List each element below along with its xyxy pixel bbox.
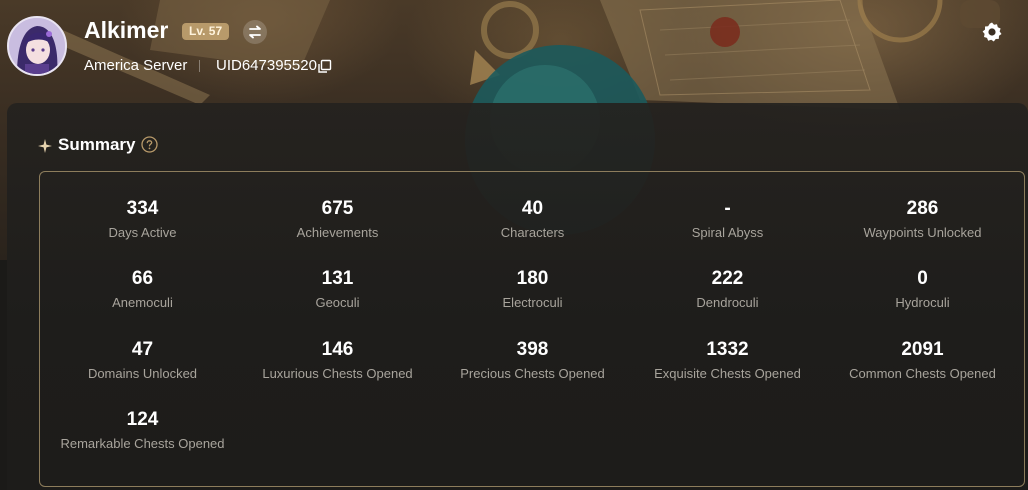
stat-value: 146 (321, 339, 354, 360)
stat-label: Luxurious Chests Opened (262, 366, 413, 381)
avatar[interactable] (7, 16, 67, 76)
server-name: America Server (84, 57, 188, 74)
stat-value: 0 (917, 268, 928, 289)
stat-value: 222 (711, 268, 744, 289)
stat-label: Geoculi (315, 295, 360, 310)
nickname: Alkimer (84, 17, 169, 43)
stat-label: Common Chests Opened (849, 366, 996, 381)
stat-label: Domains Unlocked (87, 366, 198, 381)
stat-exquisite-chests: 1332 Exquisite Chests Opened (630, 339, 825, 382)
stat-achievements: 675 Achievements (240, 198, 435, 241)
stat-label: Days Active (108, 225, 177, 240)
stat-precious-chests: 398 Precious Chests Opened (435, 339, 630, 382)
stat-label: Dendroculi (696, 295, 759, 310)
stat-anemoculi: 66 Anemoculi (45, 268, 240, 311)
stat-luxurious-chests: 146 Luxurious Chests Opened (240, 339, 435, 382)
profile-header: Alkimer Lv. 57 America Server UID6473955… (0, 0, 1028, 100)
stat-value: 334 (126, 198, 159, 219)
stat-geoculi: 131 Geoculi (240, 268, 435, 311)
uid-text: UID647395520 (216, 57, 317, 74)
stat-common-chests: 2091 Common Chests Opened (825, 339, 1020, 382)
stat-days-active: 334 Days Active (45, 198, 240, 241)
stat-value: 66 (131, 268, 154, 289)
summary-heading: Summary (38, 134, 135, 156)
stat-value: 286 (906, 198, 939, 219)
stat-label: Waypoints Unlocked (863, 225, 982, 240)
stat-label: Exquisite Chests Opened (654, 366, 801, 381)
stats-grid: 334 Days Active 675 Achievements 40 Char… (39, 171, 1025, 487)
stat-value: 131 (321, 268, 354, 289)
stat-waypoints-unlocked: 286 Waypoints Unlocked (825, 198, 1020, 241)
stat-label: Hydroculi (895, 295, 950, 310)
stat-value: 398 (516, 339, 549, 360)
stat-label: Anemoculi (112, 295, 173, 310)
stat-characters: 40 Characters (435, 198, 630, 241)
help-icon[interactable] (141, 136, 158, 153)
stat-label: Achievements (296, 225, 379, 240)
stat-label: Electroculi (502, 295, 563, 310)
stat-value: 675 (321, 198, 354, 219)
stat-value: 124 (126, 409, 159, 430)
stat-hydroculi: 0 Hydroculi (825, 268, 1020, 311)
level-badge: Lv. 57 (182, 23, 230, 40)
stat-value: 1332 (706, 339, 749, 360)
summary-title: Summary (58, 135, 136, 154)
stat-value: 180 (516, 268, 549, 289)
copy-icon[interactable] (317, 59, 332, 74)
header-divider (199, 60, 200, 72)
stat-value: 2091 (901, 339, 944, 360)
stat-label: Spiral Abyss (691, 225, 764, 240)
stat-label: Precious Chests Opened (460, 366, 605, 381)
profile-page: Alkimer Lv. 57 America Server UID6473955… (0, 0, 1028, 490)
stat-domains-unlocked: 47 Domains Unlocked (45, 339, 240, 382)
stat-dendroculi: 222 Dendroculi (630, 268, 825, 311)
stat-label: Characters (500, 225, 565, 240)
stat-spiral-abyss: - Spiral Abyss (630, 198, 825, 241)
stat-value: 40 (521, 198, 544, 219)
sparkle-icon (38, 138, 52, 153)
stat-label: Remarkable Chests Opened (60, 436, 225, 451)
switch-account-icon[interactable] (243, 20, 267, 44)
stat-electroculi: 180 Electroculi (435, 268, 630, 311)
stat-value: - (724, 198, 731, 219)
stat-value: 47 (131, 339, 154, 360)
stat-remarkable-chests: 124 Remarkable Chests Opened (45, 409, 240, 452)
gear-icon[interactable] (980, 20, 1004, 44)
